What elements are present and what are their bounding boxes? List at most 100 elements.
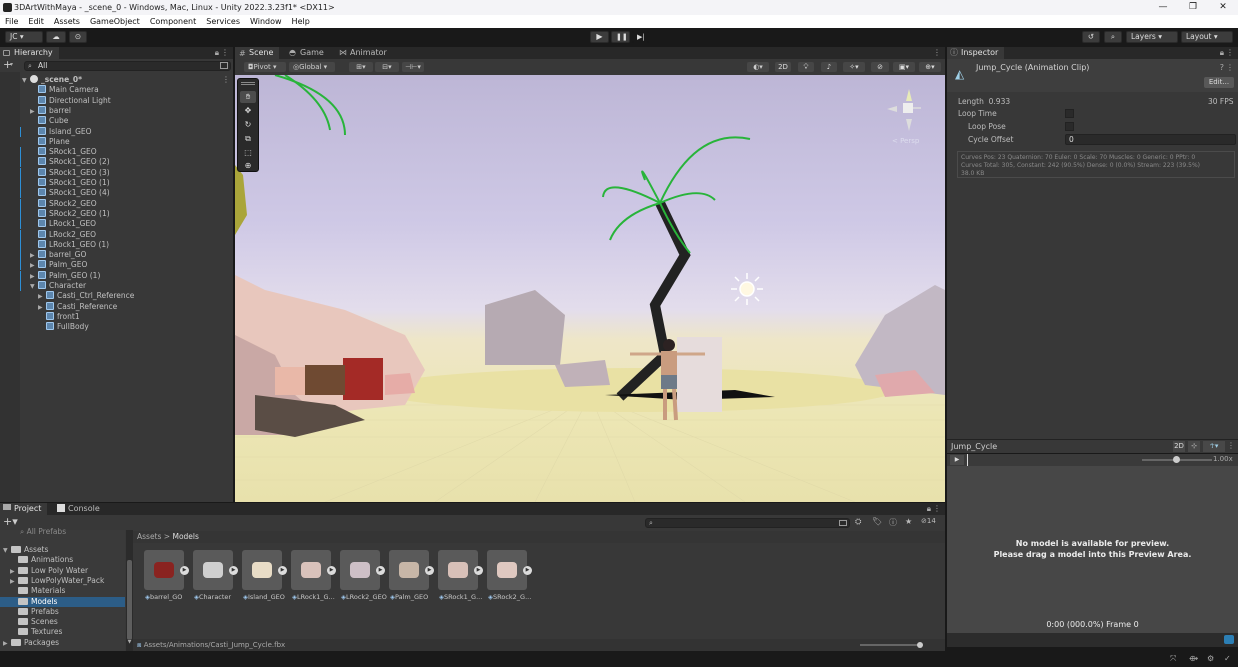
- preview-area[interactable]: No model is available for preview. Pleas…: [947, 466, 1238, 633]
- tab-console[interactable]: Console: [54, 503, 106, 515]
- expand-prefab-icon[interactable]: ▶: [278, 566, 287, 575]
- menu-component[interactable]: Component: [150, 15, 196, 28]
- help-icon[interactable]: ?: [1220, 63, 1224, 72]
- hierarchy-item[interactable]: SRock1_GEO (1): [30, 178, 110, 188]
- tree-scrollbar-thumb[interactable]: [127, 560, 132, 640]
- audio-toggle-icon[interactable]: ♪: [821, 62, 837, 72]
- snap-increment-icon[interactable]: ⊟▾: [375, 62, 399, 72]
- expand-prefab-icon[interactable]: ▶: [376, 566, 385, 575]
- play-button[interactable]: ▶: [590, 31, 609, 43]
- transform-tool-icon[interactable]: ⊕: [240, 160, 256, 172]
- account-button[interactable]: JC ▾: [5, 31, 43, 43]
- edit-button[interactable]: Edit...: [1204, 77, 1234, 88]
- preview-2d-toggle[interactable]: 2D: [1173, 441, 1185, 452]
- overlay-handle-icon[interactable]: [241, 82, 255, 85]
- expand-prefab-icon[interactable]: ▶: [523, 566, 532, 575]
- grid-snap-icon[interactable]: ⊞▾: [349, 62, 373, 72]
- cache-icon[interactable]: ✓: [1224, 654, 1231, 663]
- hierarchy-item[interactable]: ▼ Character: [30, 281, 86, 291]
- rect-tool-icon[interactable]: ⬚: [240, 147, 256, 159]
- scene-viewport[interactable]: < Persp ✋︎ ✥ ↻ ⧉ ⬚ ⊕: [235, 75, 945, 502]
- menu-gameobject[interactable]: GameObject: [90, 15, 140, 28]
- preview-play-button[interactable]: ▶: [950, 455, 964, 465]
- effects-toggle-icon[interactable]: ✧▾: [843, 62, 865, 72]
- folder-item[interactable]: ▼ Assets: [3, 545, 48, 555]
- timeline-cursor[interactable]: [967, 454, 968, 466]
- cycle-offset-field[interactable]: 0: [1065, 134, 1236, 145]
- progress-icon[interactable]: ⤧: [1170, 654, 1176, 664]
- hierarchy-item[interactable]: LRock2_GEO: [30, 229, 96, 240]
- scene-menu-icon[interactable]: ⋮: [222, 75, 230, 84]
- hierarchy-item[interactable]: ▶ Casti_Reference: [38, 301, 117, 312]
- tab-animator[interactable]: ⋈ Animator: [336, 47, 393, 59]
- hierarchy-item[interactable]: Directional Light: [30, 95, 111, 106]
- search-by-label-icon[interactable]: 🏷︎: [872, 517, 882, 526]
- folder-item[interactable]: Scenes: [10, 617, 58, 627]
- hierarchy-item[interactable]: FullBody: [38, 322, 89, 332]
- pause-button[interactable]: ❚❚: [611, 31, 630, 43]
- hierarchy-item[interactable]: SRock1_GEO: [30, 147, 97, 157]
- expand-prefab-icon[interactable]: ▶: [180, 566, 189, 575]
- model-asset-thumbnail[interactable]: [193, 550, 233, 590]
- tab-game[interactable]: ◓ Game: [286, 47, 330, 59]
- hierarchy-item[interactable]: SRock2_GEO: [30, 198, 97, 209]
- tab-project[interactable]: Project: [0, 503, 48, 515]
- expand-prefab-icon[interactable]: ▶: [229, 566, 238, 575]
- rotate-tool-icon[interactable]: ↻: [240, 119, 256, 131]
- vertex-snap-icon[interactable]: ⊣⊢▾: [402, 62, 424, 72]
- model-asset-thumbnail[interactable]: [340, 550, 380, 590]
- hierarchy-item[interactable]: SRock1_GEO (4): [30, 188, 110, 198]
- hidden-count[interactable]: ⊘14: [921, 517, 936, 525]
- collapse-arrow-icon[interactable]: ▶: [3, 639, 11, 649]
- favorites-star-icon[interactable]: ★: [905, 517, 912, 526]
- loop-pose-checkbox[interactable]: [1065, 122, 1074, 131]
- model-asset-thumbnail[interactable]: [487, 550, 527, 590]
- folder-item[interactable]: ▶ Packages: [3, 638, 59, 648]
- filter-icon[interactable]: [220, 62, 228, 69]
- menu-assets[interactable]: Assets: [54, 15, 80, 28]
- preview-menu-icon[interactable]: ⋮: [1227, 441, 1235, 450]
- panel-menu-icon[interactable]: ⋮: [1226, 48, 1234, 57]
- folder-item[interactable]: Textures: [10, 627, 62, 637]
- folder-item[interactable]: Animations: [10, 555, 73, 565]
- lock-icon[interactable]: 🔒︎: [1220, 48, 1224, 58]
- hierarchy-item[interactable]: ▶ barrel: [30, 105, 71, 116]
- hidden-objects-icon[interactable]: ⊘: [871, 62, 889, 72]
- collab-icon[interactable]: ⊙: [69, 31, 87, 43]
- expand-prefab-icon[interactable]: ▶: [425, 566, 434, 575]
- move-tool-icon[interactable]: ✥: [240, 105, 256, 117]
- speed-slider-thumb[interactable]: [1173, 456, 1180, 463]
- search-info-icon[interactable]: ⓘ: [889, 517, 897, 528]
- tab-inspector[interactable]: ⓘ Inspector: [947, 47, 1005, 59]
- debug-icon[interactable]: ⚙: [1207, 654, 1214, 663]
- breadcrumb-models[interactable]: Models: [172, 532, 198, 541]
- folder-item[interactable]: Prefabs: [10, 607, 59, 617]
- hierarchy-item[interactable]: Main Camera: [30, 85, 99, 95]
- hierarchy-item[interactable]: SRock1_GEO (3): [30, 167, 110, 178]
- menu-services[interactable]: Services: [206, 15, 240, 28]
- search-filter-icon[interactable]: [839, 520, 847, 526]
- pivot-dropdown[interactable]: ◘Pivot ▾: [244, 62, 286, 72]
- model-asset-thumbnail[interactable]: [144, 550, 184, 590]
- hierarchy-item[interactable]: ▶ Palm_GEO: [30, 260, 87, 270]
- layers-dropdown[interactable]: Layers ▾: [1126, 31, 1178, 43]
- lock-icon[interactable]: 🔒︎: [927, 504, 931, 514]
- icon-size-slider-thumb[interactable]: [917, 642, 923, 648]
- hierarchy-item[interactable]: SRock1_GEO (2): [30, 157, 110, 167]
- menu-file[interactable]: File: [5, 15, 18, 28]
- gizmos-icon[interactable]: ⊕▾: [919, 62, 941, 72]
- icon-size-slider[interactable]: [860, 644, 920, 646]
- hand-tool-icon[interactable]: ✋︎: [240, 91, 256, 103]
- tab-scene[interactable]: # Scene: [235, 47, 280, 59]
- hierarchy-scene-root[interactable]: ▼ _scene_0*: [22, 75, 82, 85]
- expand-prefab-icon[interactable]: ▶: [327, 566, 336, 575]
- network-icon[interactable]: ⟴: [1189, 654, 1198, 663]
- asset-label-icon[interactable]: [1224, 635, 1234, 644]
- hierarchy-item[interactable]: SRock2_GEO (1): [30, 208, 110, 219]
- folder-item[interactable]: Models: [10, 597, 57, 607]
- breadcrumb-assets[interactable]: Assets: [137, 532, 161, 541]
- hierarchy-item[interactable]: ▶ Casti_Ctrl_Reference: [38, 291, 134, 301]
- all-prefabs-item[interactable]: ⌕ All Prefabs: [20, 527, 66, 537]
- close-button[interactable]: ✕: [1208, 0, 1238, 15]
- hierarchy-item[interactable]: Cube: [30, 116, 68, 126]
